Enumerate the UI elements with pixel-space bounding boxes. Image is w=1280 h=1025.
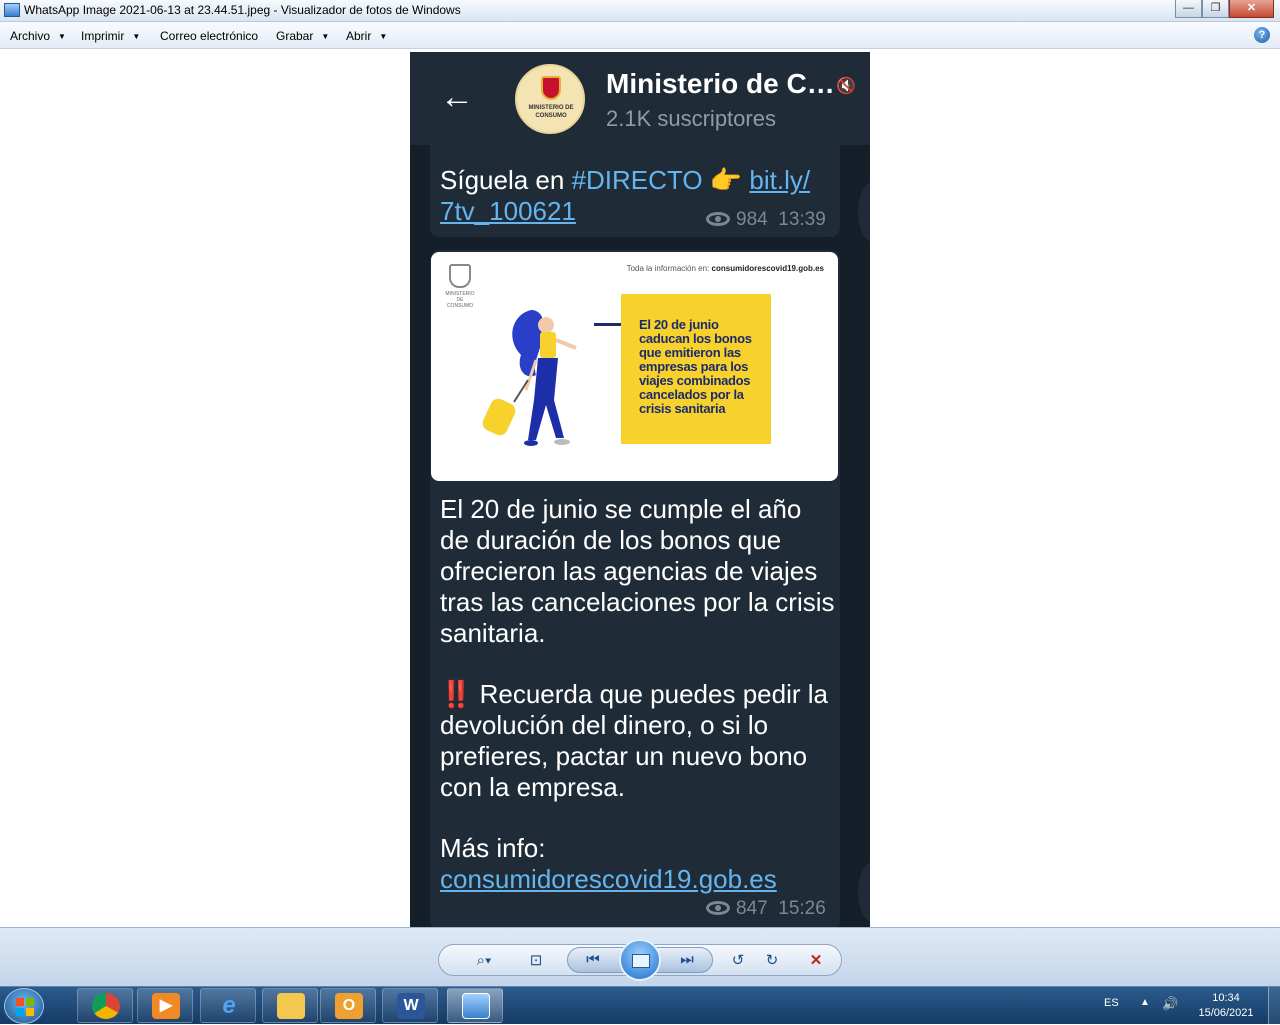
telegram-screenshot: ← MINISTERIO DE CONSUMO Ministerio de C…… [410,52,870,927]
views-eye-icon [706,901,730,915]
minimize-button[interactable]: — [1175,0,1202,18]
previous-button[interactable]: ⏮ [582,950,604,970]
notice-text: El 20 de junio caducan los bonos que emi… [639,317,752,416]
bitly-link-part1: bit.ly/ [749,165,811,195]
more-info-label: Más info: [440,833,546,863]
close-button[interactable]: ✕ [1229,0,1274,18]
window-title: WhatsApp Image 2021-06-13 at 23.44.51.jp… [24,3,461,17]
taskbar-photo-viewer[interactable] [447,988,503,1023]
taskbar-word[interactable]: W [382,988,438,1023]
info-source: Toda la información en: consumidorescovi… [627,264,824,273]
info-source-prefix: Toda la información en: [626,264,712,273]
fit-window-button[interactable]: ⊡ [525,951,547,971]
taskbar-media-player[interactable]: ▶ [137,988,193,1023]
bitly-link-part2: 7tv_100621 [440,196,576,226]
rotate-left-button[interactable]: ↺ [727,951,749,971]
toolbar-controls: ⌕▾ ⊡ ⏮ ⏭ ↺ ↻ ✕ [438,939,842,981]
photo-viewer-icon [462,993,490,1019]
outlook-icon: O [335,993,363,1019]
window-controls: — ❐ ✕ [1175,0,1274,18]
volume-icon[interactable]: 🔊 [1162,996,1178,1012]
menu-abrir-label: Abrir [346,29,372,43]
avatar-label: MINISTERIO DE CONSUMO [528,105,574,119]
message-paragraph-1: El 20 de junio se cumple el año de durac… [440,494,835,648]
show-desktop-button[interactable] [1268,987,1280,1025]
mute-icon: 🔇 [836,78,856,95]
taskbar-internet-explorer[interactable]: e [200,988,256,1023]
viewer-toolbar: ⌕▾ ⊡ ⏮ ⏭ ↺ ↻ ✕ [0,927,1280,986]
coat-of-arms-icon [541,76,561,100]
clock[interactable]: 10:34 15/06/2021 [1190,991,1262,1021]
channel-name: Ministerio de C… [606,68,835,99]
start-button[interactable] [4,988,44,1024]
ministry-logo: MINISTERIO DE CONSUMO [445,264,475,312]
menu-grabar-label: Grabar [276,29,314,43]
next-button[interactable]: ⏭ [676,950,698,970]
internet-explorer-icon: e [222,992,236,1019]
clock-date: 15/06/2021 [1198,1007,1254,1019]
slideshow-button[interactable] [619,939,661,981]
window-titlebar[interactable]: WhatsApp Image 2021-06-13 at 23.44.51.jp… [0,0,1280,22]
taskbar-outlook[interactable]: O [320,988,376,1023]
rotate-right-button[interactable]: ↻ [761,951,783,971]
menu-archivo[interactable]: Archivo ▼ [10,29,66,43]
maximize-button[interactable]: ❐ [1202,0,1229,18]
taskbar-chrome[interactable] [77,988,133,1023]
language-indicator[interactable]: ES [1104,997,1119,1009]
message-time: 13:39 [778,209,826,230]
taskbar-explorer[interactable] [262,988,318,1023]
traveler-illustration [482,310,577,446]
chrome-icon [92,993,120,1019]
chevron-down-icon: ▼ [379,32,388,41]
infographic-image: MINISTERIO DE CONSUMO Toda la informació… [431,252,838,481]
chevron-down-icon: ▼ [321,32,330,41]
menu-grabar[interactable]: Grabar ▼ [276,29,329,43]
word-icon: W [397,993,425,1019]
share-fab [858,862,870,922]
menu-bar: Archivo ▼ Imprimir ▼ Correo electrónico Gr… [0,22,1280,49]
taskbar: ▶ e O W ES ▲ 🔊 10:34 15/06/2021 [0,986,1280,1025]
message-meta: 984 13:39 [706,209,826,231]
menu-imprimir[interactable]: Imprimir ▼ [81,29,140,43]
menu-archivo-label: Archivo [10,29,51,43]
media-player-icon: ▶ [152,993,180,1019]
pointing-hand-emoji: 👉 [709,165,743,195]
message-bubble: Síguela en #DIRECTO 👉 bit.ly/ 7tv_100621… [430,145,840,237]
hashtag-link: #DIRECTO [571,165,703,195]
chevron-down-icon: ▼ [132,32,141,41]
channel-avatar: MINISTERIO DE CONSUMO [515,64,585,134]
zoom-button[interactable]: ⌕▾ [467,951,501,971]
folder-icon [277,993,305,1019]
message-paragraph-2: ‼️ Recuerda que puedes pedir la devoluci… [440,679,835,803]
double-exclamation-icon: ‼️ [440,679,473,709]
view-count: 984 [736,209,768,230]
share-fab [858,182,870,242]
menu-abrir[interactable]: Abrir ▼ [346,29,387,43]
menu-imprimir-label: Imprimir [81,29,125,43]
message-meta: 847 15:26 [706,898,826,920]
message-time: 15:26 [778,898,826,919]
clock-time: 10:34 [1212,992,1240,1004]
coat-of-arms-icon [449,264,471,288]
view-count: 847 [736,898,768,919]
channel-subscribers: 2.1K suscriptores [606,106,776,131]
show-hidden-icons-icon[interactable]: ▲ [1140,997,1150,1008]
info-source-site: consumidorescovid19.gob.es [711,264,824,273]
message-prefix: Síguela en [440,165,572,195]
menu-correo-label: Correo electrónico [160,29,259,43]
views-eye-icon [706,212,730,226]
photo-viewer-app-icon [4,3,20,17]
logo-label: MINISTERIO DE CONSUMO [445,291,475,309]
menu-correo[interactable]: Correo electrónico [160,29,258,43]
channel-header: ← MINISTERIO DE CONSUMO Ministerio de C…… [410,52,870,145]
help-icon[interactable]: ? [1254,27,1270,43]
website-link: consumidorescovid19.gob.es [440,864,777,894]
system-tray: ES ▲ 🔊 10:34 15/06/2021 [1080,987,1280,1025]
chevron-down-icon: ▼ [58,32,66,41]
back-arrow-icon: ← [440,78,474,116]
delete-button[interactable]: ✕ [805,951,827,971]
message-paragraph-2-text: Recuerda que puedes pedir la devolución … [440,679,828,802]
